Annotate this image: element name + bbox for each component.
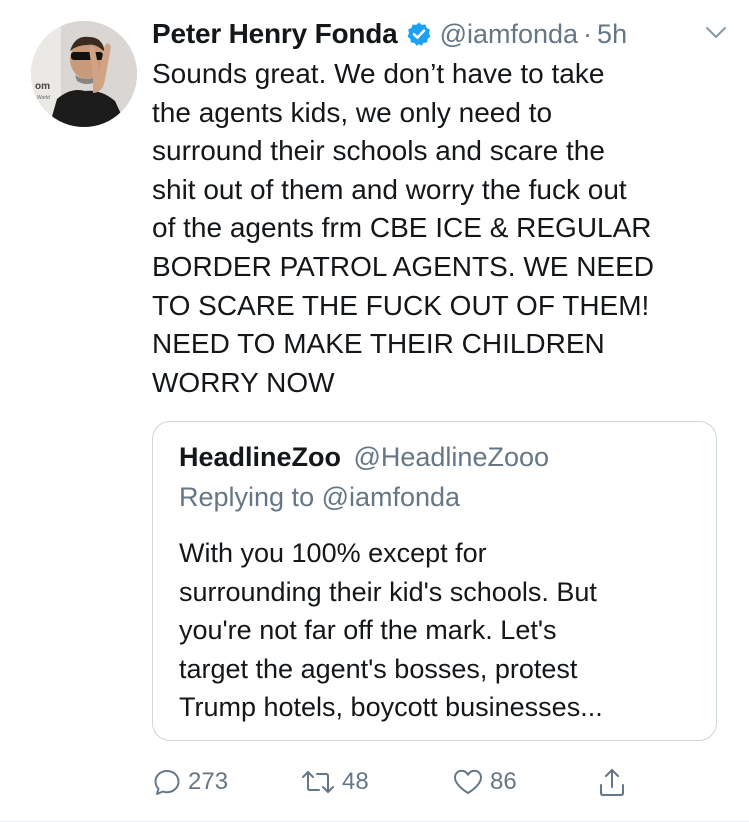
chevron-down-icon[interactable] [705, 26, 727, 40]
retweet-button[interactable]: 48 [300, 762, 369, 802]
reply-count: 273 [188, 768, 229, 795]
share-icon [597, 766, 627, 798]
avatar-photo: om World [31, 21, 137, 127]
quoted-tweet[interactable]: HeadlineZoo @HeadlineZooo Replying to @i… [152, 421, 717, 741]
tweet-header: Peter Henry Fonda @iamfonda · 5h [152, 14, 731, 54]
like-button[interactable]: 86 [452, 762, 517, 802]
quoted-user-handle: @HeadlineZooo [353, 442, 549, 472]
retweet-count: 48 [342, 768, 369, 795]
replying-to-label: Replying to @iamfonda [179, 482, 461, 512]
user-handle[interactable]: @iamfonda [440, 19, 578, 50]
avatar-backdrop-subtext: World [37, 95, 50, 101]
reply-icon [152, 767, 182, 797]
share-button[interactable] [597, 762, 627, 802]
tweet[interactable]: om World Peter Henry Fonda @iamfonda · 5… [0, 0, 749, 822]
tweet-timestamp[interactable]: 5h [597, 19, 627, 50]
quoted-display-name: HeadlineZoo [179, 442, 342, 472]
tweet-actions: 273 48 86 [152, 762, 652, 802]
display-name[interactable]: Peter Henry Fonda [152, 18, 398, 50]
separator-dot: · [583, 18, 593, 49]
avatar-backdrop-text: om [35, 81, 50, 92]
reply-button[interactable]: 273 [152, 762, 228, 802]
retweet-icon [300, 767, 336, 797]
heart-icon [452, 767, 484, 797]
tweet-text: Sounds great. We don’t have to take the … [152, 58, 655, 398]
quoted-tweet-header: HeadlineZoo @HeadlineZooo [179, 442, 549, 473]
verified-badge-icon [406, 21, 432, 47]
like-count: 86 [490, 768, 517, 795]
avatar[interactable]: om World [31, 21, 137, 127]
quoted-tweet-text: With you 100% except for surrounding the… [179, 538, 603, 723]
